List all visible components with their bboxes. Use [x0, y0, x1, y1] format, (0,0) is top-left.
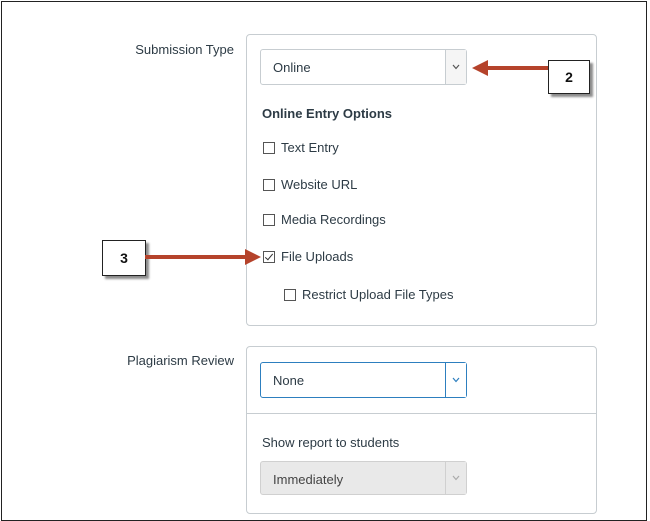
show-report-label: Show report to students — [262, 435, 400, 450]
plagiarism-review-label: Plagiarism Review — [127, 353, 234, 368]
website-url-label: Website URL — [281, 177, 358, 192]
chevron-down-icon[interactable] — [445, 363, 466, 397]
arrow-icon — [472, 60, 550, 76]
file-uploads-label: File Uploads — [281, 249, 354, 264]
show-report-select: Immediately — [260, 461, 467, 495]
restrict-upload-file-types-checkbox[interactable]: Restrict Upload File Types — [284, 287, 454, 302]
callout-step-3: 3 — [102, 240, 146, 276]
text-entry-label: Text Entry — [281, 140, 339, 155]
submission-type-select[interactable]: Online — [260, 49, 467, 85]
checkmark-icon[interactable] — [263, 250, 275, 263]
media-recordings-label: Media Recordings — [281, 212, 386, 227]
checkbox-icon[interactable] — [263, 141, 275, 154]
file-uploads-checkbox[interactable]: File Uploads — [263, 249, 353, 264]
show-report-value: Immediately — [273, 472, 344, 487]
checkbox-icon[interactable] — [263, 178, 275, 191]
checkbox-icon[interactable] — [263, 213, 275, 226]
text-entry-checkbox[interactable]: Text Entry — [263, 140, 339, 155]
arrow-icon — [145, 249, 261, 265]
panel-divider — [247, 413, 596, 414]
submission-type-label: Submission Type — [135, 42, 234, 57]
chevron-down-icon — [445, 462, 466, 494]
media-recordings-checkbox[interactable]: Media Recordings — [263, 212, 386, 227]
website-url-checkbox[interactable]: Website URL — [263, 177, 357, 192]
plagiarism-review-value: None — [273, 373, 305, 388]
submission-type-value: Online — [273, 60, 311, 75]
callout-step-2: 2 — [548, 60, 590, 94]
chevron-down-icon[interactable] — [445, 50, 466, 84]
restrict-upload-label: Restrict Upload File Types — [302, 287, 454, 302]
online-entry-options-title: Online Entry Options — [262, 106, 393, 121]
plagiarism-review-select[interactable]: None — [260, 362, 467, 398]
checkbox-icon[interactable] — [284, 288, 296, 301]
